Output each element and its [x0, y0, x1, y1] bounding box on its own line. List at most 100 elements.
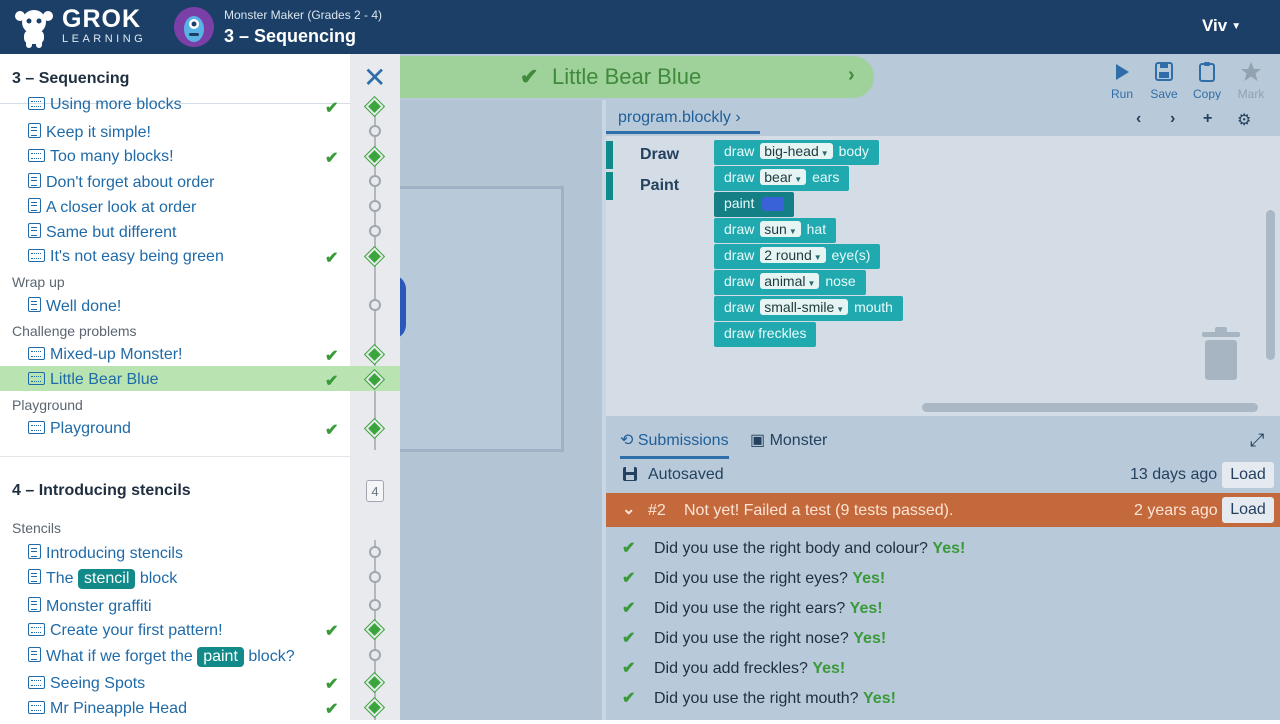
body-dropdown[interactable]: big-head ▼	[760, 143, 833, 159]
keyboard-icon	[28, 372, 45, 385]
play-icon	[1116, 64, 1129, 80]
block-paint[interactable]: paint	[714, 192, 795, 217]
keyboard-icon	[28, 701, 45, 714]
document-icon	[28, 297, 41, 312]
horizontal-scrollbar[interactable]	[922, 403, 1258, 412]
check-icon: ✔	[622, 660, 636, 677]
run-button[interactable]: Run	[1102, 60, 1142, 101]
eyes-dropdown[interactable]: 2 round ▼	[760, 247, 826, 263]
copy-label: Copy	[1192, 87, 1221, 101]
trash-icon[interactable]	[1200, 326, 1242, 380]
sidebar-item[interactable]: Keep it simple!	[28, 123, 151, 147]
block-draw-freckles[interactable]: draw freckles	[714, 322, 817, 347]
sidebar-item-label: Little Bear Blue	[50, 371, 159, 388]
sidebar-item[interactable]: It's not easy being green	[28, 248, 224, 272]
test-status: Yes!	[852, 570, 886, 587]
keyboard-icon	[28, 421, 45, 434]
sidebar-item[interactable]: What if we forget the paint block?	[28, 647, 295, 671]
sidebar-section-title[interactable]: 4 – Introducing stencils	[12, 482, 191, 500]
block-keyword: draw	[724, 299, 755, 315]
document-icon	[28, 173, 41, 188]
redo-icon[interactable]: ›	[1170, 110, 1175, 128]
block-draw-eyes[interactable]: draw 2 round ▼ eye(s)	[714, 244, 881, 269]
sidebar-item-label: Monster graffiti	[46, 598, 152, 615]
mouth-dropdown[interactable]: small-smile ▼	[760, 299, 849, 315]
sidebar-item[interactable]: Create your first pattern!	[28, 622, 223, 646]
colour-swatch[interactable]	[762, 197, 785, 212]
load-submission-button[interactable]: Load	[1222, 497, 1274, 523]
category-paint[interactable]: Paint	[606, 172, 706, 200]
category-draw[interactable]: Draw	[606, 141, 706, 169]
mark-button[interactable]: Mark	[1231, 60, 1271, 101]
add-file-icon[interactable]: +	[1203, 110, 1212, 128]
sidebar-item[interactable]: The stencil block	[28, 569, 177, 593]
block-draw-body[interactable]: draw big-head ▼ body	[714, 140, 879, 165]
file-tab[interactable]: program.blockly ›	[606, 104, 760, 134]
sidebar-item-label: Using more blocks	[50, 96, 182, 113]
star-icon	[1241, 62, 1261, 81]
ears-dropdown[interactable]: bear ▼	[760, 169, 807, 185]
user-name: Viv	[1202, 16, 1228, 35]
clipboard-icon	[1199, 62, 1215, 82]
sidebar-item[interactable]: Playground	[28, 420, 131, 444]
run-label: Run	[1110, 87, 1133, 101]
block-keyword: paint	[724, 195, 755, 211]
document-icon	[28, 647, 41, 662]
sidebar-item[interactable]: Too many blocks!	[28, 148, 174, 172]
image-icon: ▣	[750, 432, 766, 449]
expand-icon[interactable]: ⤢	[1250, 430, 1264, 451]
save-button[interactable]: Save	[1144, 60, 1184, 101]
tab-monster[interactable]: ▣ Monster	[750, 430, 827, 450]
block-draw-hat[interactable]: draw sun ▼ hat	[714, 218, 837, 243]
settings-icon[interactable]: ⚙	[1237, 110, 1251, 130]
copy-button[interactable]: Copy	[1187, 60, 1227, 101]
sidebar-item[interactable]: Monster graffiti	[28, 597, 152, 621]
test-result: ✔ Did you use the right body and colour? …	[622, 538, 965, 558]
block-keyword: draw	[724, 221, 755, 237]
dropdown-value: animal	[764, 273, 806, 289]
block-draw-ears[interactable]: draw bear ▼ ears	[714, 166, 850, 191]
sidebar-item[interactable]: Seeing Spots	[28, 675, 145, 699]
sidebar-item[interactable]: Introducing stencils	[28, 544, 183, 568]
document-icon	[28, 198, 41, 213]
undo-icon[interactable]: ‹	[1136, 110, 1141, 128]
sidebar-item[interactable]: A closer look at order	[28, 198, 196, 222]
grok-monster-logo-icon[interactable]	[14, 6, 54, 48]
incomplete-circle-icon	[369, 225, 381, 237]
test-text: Did you use the right ears?	[654, 600, 846, 617]
tab-submissions[interactable]: ⟲ Submissions	[620, 430, 729, 459]
tab-submissions-label: Submissions	[637, 432, 729, 449]
check-icon: ✔	[622, 690, 636, 707]
dropdown-value: sun	[764, 221, 787, 237]
test-result: ✔ Did you use the right mouth? Yes!	[622, 688, 896, 708]
chevron-down-icon[interactable]: ⌄	[622, 499, 635, 519]
sidebar-item[interactable]: Mixed-up Monster!	[28, 346, 183, 370]
user-menu[interactable]: Viv ▼	[1202, 16, 1241, 36]
blockly-workspace[interactable]	[606, 136, 1280, 416]
vertical-scrollbar[interactable]	[1266, 210, 1275, 360]
keyboard-icon	[28, 623, 45, 636]
sidebar-item-label: It's not easy being green	[50, 248, 224, 265]
nose-dropdown[interactable]: animal ▼	[760, 273, 820, 289]
sidebar-item[interactable]: Using more blocks	[28, 96, 182, 114]
keyboard-icon	[28, 97, 45, 110]
hat-dropdown[interactable]: sun ▼	[760, 221, 801, 237]
sidebar-item[interactable]: Same but different	[28, 223, 176, 247]
submission-row[interactable]: ⌄ #2 Not yet! Failed a test (9 tests pas…	[606, 493, 1280, 527]
grok-logo[interactable]: GROK LEARNING	[62, 6, 146, 46]
check-icon: ✔	[622, 540, 636, 557]
close-icon[interactable]: ✕	[363, 64, 386, 92]
sidebar-item[interactable]: Well done!	[28, 297, 121, 321]
sidebar-item[interactable]: Mr Pineapple Head	[28, 700, 187, 724]
code-pill: paint	[197, 647, 244, 667]
block-draw-mouth[interactable]: draw small-smile ▼ mouth	[714, 296, 903, 321]
load-autosave-button[interactable]: Load	[1222, 462, 1274, 488]
next-problem-icon[interactable]: ›	[848, 64, 855, 87]
sidebar-item-label: Don't forget about order	[46, 174, 215, 191]
block-keyword: draw	[724, 247, 755, 263]
sidebar-item-current[interactable]: Little Bear Blue	[28, 371, 159, 395]
document-icon	[28, 544, 41, 559]
block-draw-nose[interactable]: draw animal ▼ nose	[714, 270, 866, 295]
sidebar-item[interactable]: Don't forget about order	[28, 173, 215, 197]
dropdown-value: bear	[764, 169, 793, 185]
